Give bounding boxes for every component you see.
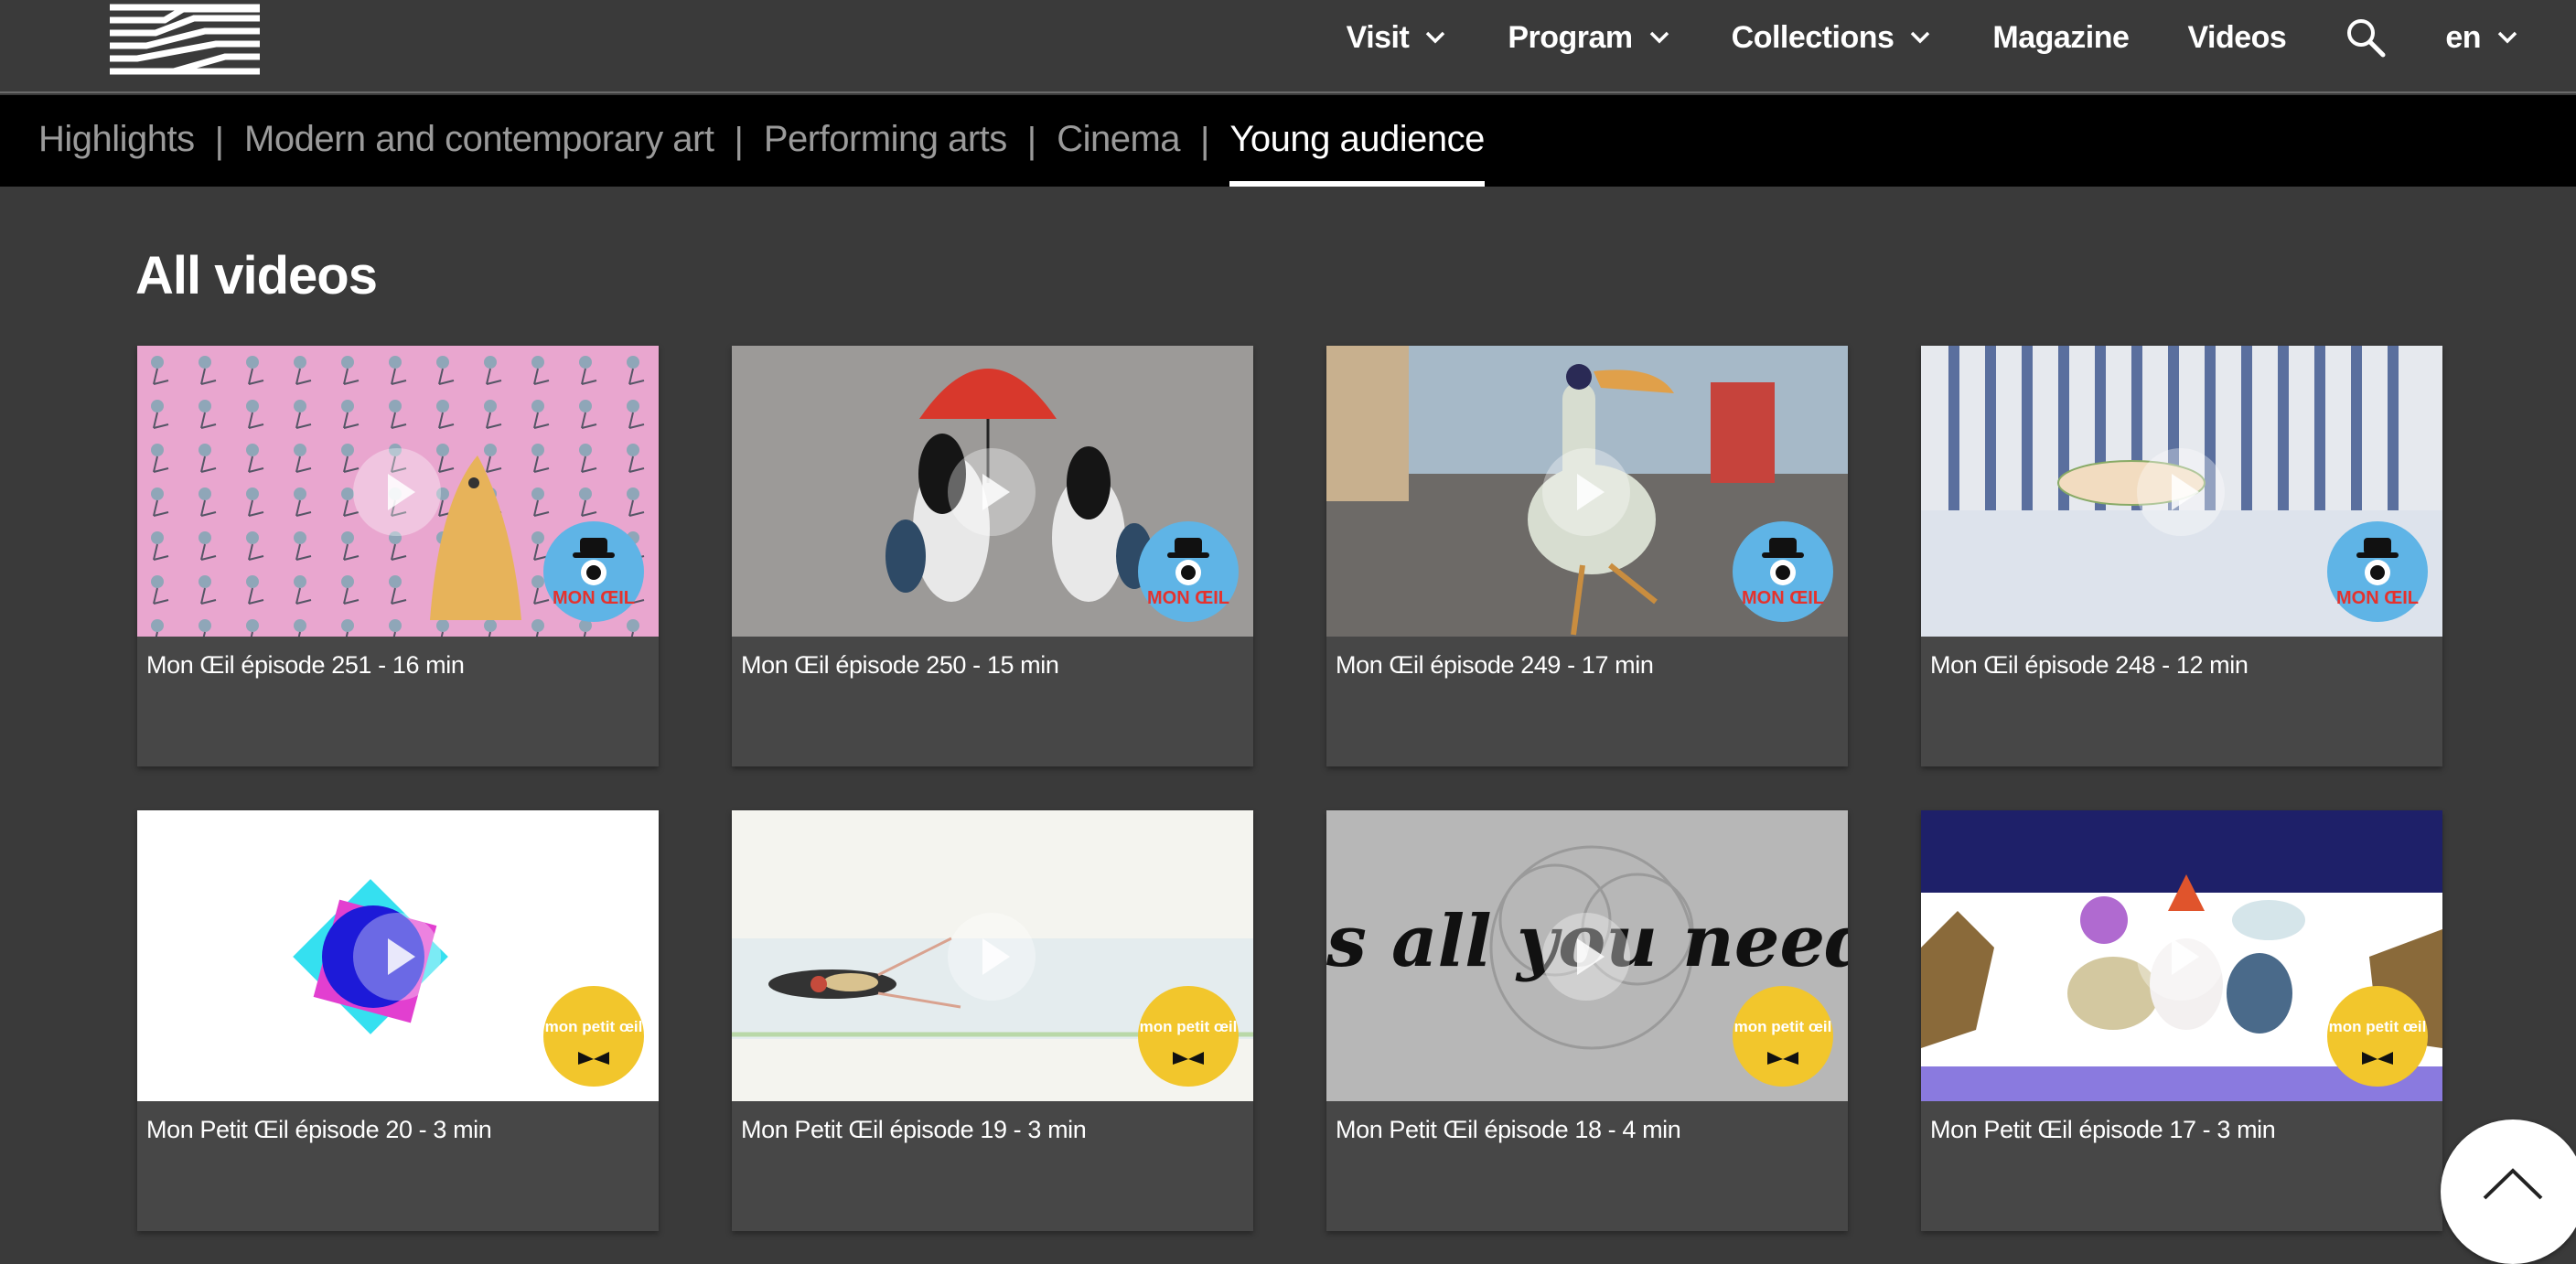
mon-oeil-logo: MON ŒIL [2336,538,2419,608]
separator: | [1200,120,1210,161]
video-title[interactable]: Mon Œil épisode 251 - 16 min [146,651,465,680]
nav-program-label: Program [1508,19,1633,55]
play-icon[interactable] [2137,913,2225,1001]
video-card[interactable]: MON ŒIL Mon Œil épisode 249 - 17 min [1326,346,1848,766]
nav-videos[interactable]: Videos [2187,20,2286,56]
mon-oeil-logo: MON ŒIL [553,538,635,608]
video-title[interactable]: Mon Petit Œil épisode 20 - 3 min [146,1116,492,1144]
svg-text:MON ŒIL: MON ŒIL [1147,588,1229,608]
language-label: en [2445,19,2481,55]
video-thumbnail[interactable]: mon petit œil [1921,810,2442,1101]
video-thumbnail[interactable]: MON ŒIL [137,346,659,637]
video-card[interactable]: is all you need mon petit œil Mon Petit … [1326,810,1848,1231]
nav-visit[interactable]: Visit [1347,20,1450,56]
svg-text:MON ŒIL: MON ŒIL [2336,588,2419,608]
mon-petit-oeil-logo: mon petit œil [1734,1018,1832,1065]
video-thumbnail[interactable]: is all you need mon petit œil [1326,810,1848,1101]
nav-collections[interactable]: Collections [1732,20,1935,56]
chevron-down-icon [2497,31,2517,44]
video-card[interactable]: MON ŒIL Mon Œil épisode 251 - 16 min [137,346,659,766]
play-icon[interactable] [1542,448,1630,536]
video-thumbnail[interactable]: MON ŒIL [1921,346,2442,637]
play-icon[interactable] [948,448,1036,536]
mon-petit-oeil-logo: mon petit œil [1140,1018,1238,1065]
video-title[interactable]: Mon Œil épisode 248 - 12 min [1930,651,2249,680]
video-thumbnail[interactable]: MON ŒIL [732,346,1253,637]
play-icon[interactable] [2137,448,2225,536]
nav-visit-label: Visit [1346,19,1410,55]
mon-petit-oeil-logo: mon petit œil [545,1018,643,1065]
chevron-up-icon [2483,1168,2543,1200]
centre-pompidou-logo[interactable] [110,0,260,75]
tab-modern-contemporary-art[interactable]: Modern and contemporary art [244,95,714,187]
tab-highlights[interactable]: Highlights [38,95,195,187]
category-subnav: Highlights | Modern and contemporary art… [0,95,2576,187]
svg-text:mon petit œil: mon petit œil [1140,1018,1238,1035]
video-thumbnail[interactable]: MON ŒIL [1326,346,1848,637]
mon-petit-oeil-badge: mon petit œil [1138,986,1239,1087]
video-thumbnail[interactable]: mon petit œil [137,810,659,1101]
video-card[interactable]: mon petit œil Mon Petit Œil épisode 19 -… [732,810,1253,1231]
svg-text:mon petit œil: mon petit œil [1734,1018,1832,1035]
page-title: All videos [135,246,378,305]
tab-young-audience[interactable]: Young audience [1229,95,1485,187]
play-icon[interactable] [948,913,1036,1001]
video-title[interactable]: Mon Petit Œil épisode 17 - 3 min [1930,1116,2276,1144]
separator: | [734,120,744,161]
svg-text:MON ŒIL: MON ŒIL [553,588,635,608]
video-card[interactable]: mon petit œil Mon Petit Œil épisode 17 -… [1921,810,2442,1231]
video-title[interactable]: Mon Petit Œil épisode 18 - 4 min [1336,1116,1681,1144]
mon-oeil-badge: MON ŒIL [2327,521,2428,622]
svg-text:MON ŒIL: MON ŒIL [1742,588,1824,608]
language-selector[interactable]: en [2445,20,2521,56]
tab-cinema[interactable]: Cinema [1057,95,1180,187]
back-to-top-button[interactable] [2441,1119,2576,1264]
search-icon [2347,19,2386,58]
nav-magazine-label: Magazine [1992,19,2130,55]
mon-oeil-badge: MON ŒIL [1138,521,1239,622]
mon-petit-oeil-badge: mon petit œil [1733,986,1833,1087]
mon-petit-oeil-badge: mon petit œil [2327,986,2428,1087]
top-navigation: Visit Program Collections Magazine Video… [0,0,2576,93]
nav-collections-label: Collections [1731,19,1894,55]
chevron-down-icon [1649,31,1669,44]
play-icon[interactable] [353,913,441,1001]
nav-program[interactable]: Program [1508,20,1672,56]
mon-oeil-badge: MON ŒIL [1733,521,1833,622]
search-button[interactable] [2345,16,2387,59]
tab-performing-arts[interactable]: Performing arts [764,95,1007,187]
mon-petit-oeil-logo: mon petit œil [2329,1018,2427,1065]
main-nav: Visit Program Collections Magazine Video… [1288,0,2521,75]
chevron-down-icon [1426,31,1445,44]
chevron-down-icon [1911,31,1930,44]
play-icon[interactable] [1542,913,1630,1001]
video-thumbnail[interactable]: mon petit œil [732,810,1253,1101]
separator: | [214,120,225,161]
mon-oeil-logo: MON ŒIL [1742,538,1824,608]
mon-oeil-badge: MON ŒIL [543,521,644,622]
video-card[interactable]: MON ŒIL Mon Œil épisode 248 - 12 min [1921,346,2442,766]
play-icon[interactable] [353,448,441,536]
svg-text:mon petit œil: mon petit œil [2329,1018,2427,1035]
separator: | [1026,120,1037,161]
nav-magazine[interactable]: Magazine [1992,19,2130,56]
video-title[interactable]: Mon Petit Œil épisode 19 - 3 min [741,1116,1087,1144]
video-title[interactable]: Mon Œil épisode 250 - 15 min [741,651,1059,680]
nav-videos-label: Videos [2187,19,2287,55]
video-card[interactable]: mon petit œil Mon Petit Œil épisode 20 -… [137,810,659,1231]
video-card[interactable]: MON ŒIL Mon Œil épisode 250 - 15 min [732,346,1253,766]
svg-text:mon petit œil: mon petit œil [545,1018,643,1035]
video-title[interactable]: Mon Œil épisode 249 - 17 min [1336,651,1654,680]
video-grid: MON ŒIL Mon Œil épisode 251 - 16 min MON… [137,346,2442,1231]
mon-petit-oeil-badge: mon petit œil [543,986,644,1087]
mon-oeil-logo: MON ŒIL [1147,538,1229,608]
